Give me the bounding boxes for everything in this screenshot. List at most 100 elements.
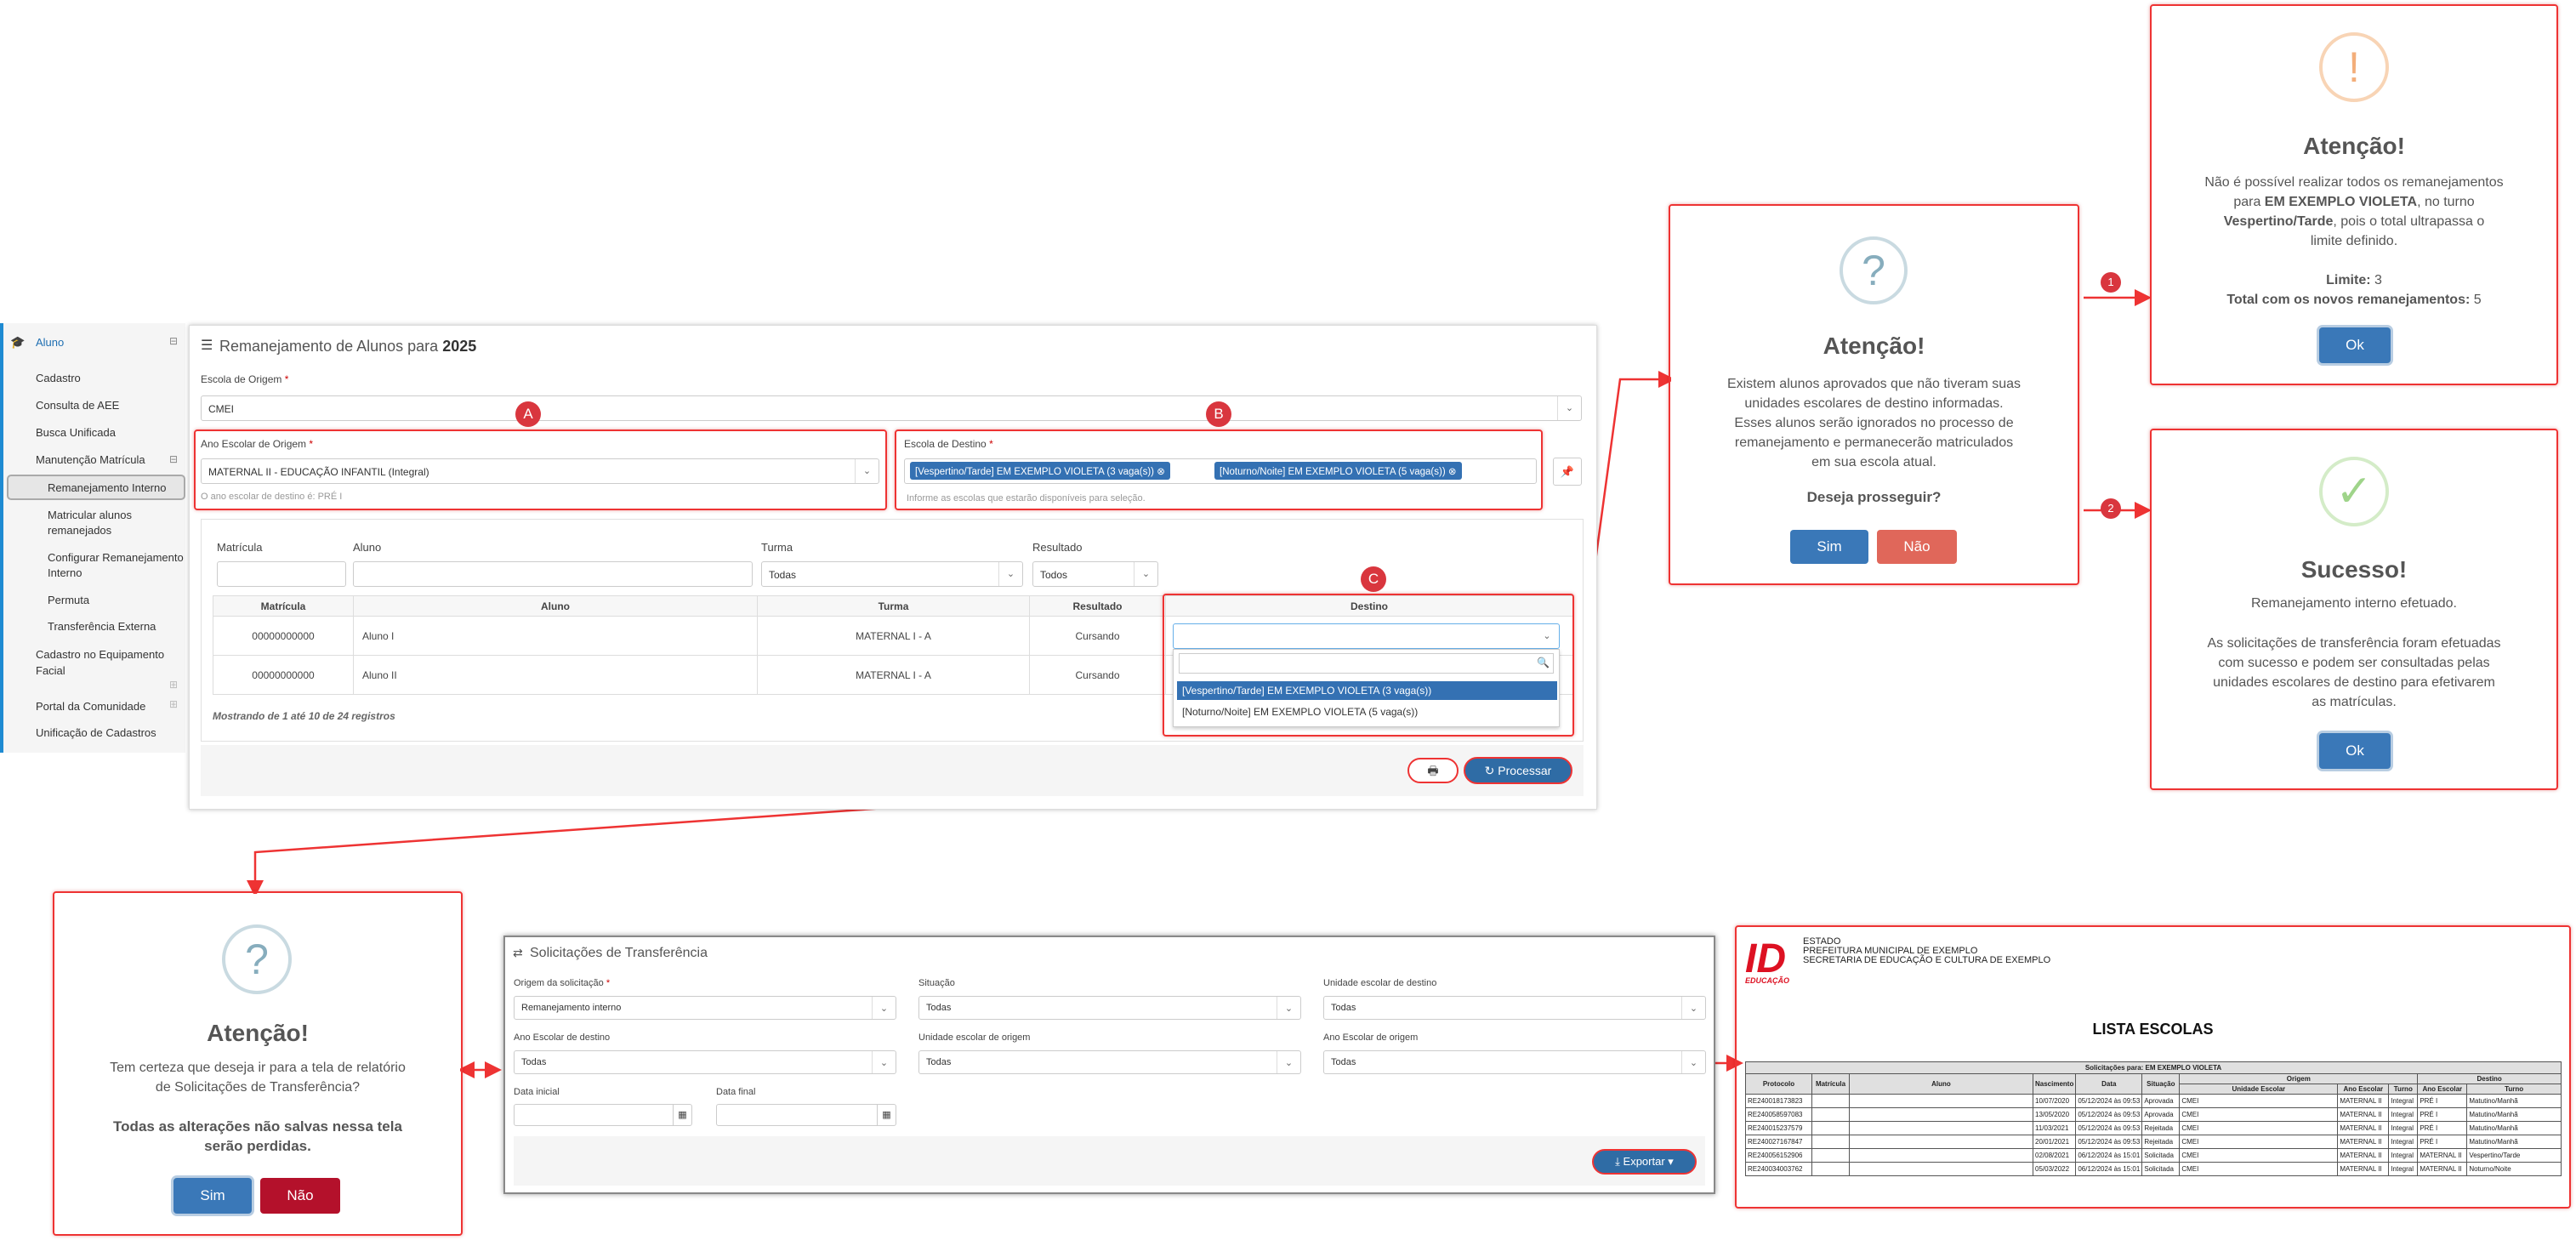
origin-unit-select[interactable]: Todas ⌄ bbox=[918, 1050, 1301, 1074]
modal-body: As solicitações de transferência foram e… bbox=[2207, 636, 2501, 709]
sidebar-item-transferencia-externa[interactable]: Transferência Externa bbox=[48, 620, 156, 633]
filter-turma-select[interactable]: Todas ⌄ bbox=[761, 561, 1023, 587]
chevron-down-icon: ⌄ bbox=[872, 1051, 896, 1073]
sidebar-item-busca-unificada[interactable]: Busca Unificada bbox=[36, 426, 116, 439]
origin-unit-label: Unidade escolar de origem bbox=[918, 1032, 1031, 1043]
sidebar-section-aluno[interactable]: Aluno bbox=[36, 336, 64, 349]
marker-2: 2 bbox=[2101, 498, 2121, 519]
sidebar-item-consulta-aee[interactable]: Consulta de AEE bbox=[36, 399, 119, 412]
modal-body: Não é possível realizar todos os remanej… bbox=[2204, 175, 2504, 307]
sidebar-item-portal-comunidade[interactable]: Portal da Comunidade bbox=[36, 700, 145, 713]
sidebar-item-manutencao-matricula[interactable]: Manutenção Matrícula bbox=[36, 453, 145, 466]
filter-matricula-input[interactable] bbox=[217, 561, 346, 587]
filter-aluno-label: Aluno bbox=[353, 541, 382, 554]
dest-hint: Informe as escolas que estarão disponíve… bbox=[907, 493, 1146, 503]
yes-button[interactable]: Sim bbox=[1790, 530, 1868, 564]
marker-c: C bbox=[1361, 566, 1386, 592]
remove-icon[interactable]: ⊗ bbox=[1448, 467, 1457, 477]
filter-turma-label: Turma bbox=[761, 541, 793, 554]
calendar-icon: ▦ bbox=[673, 1105, 691, 1125]
marker-1: 1 bbox=[2101, 272, 2121, 293]
grade-hint: O ano escolar de destino é: PRÉ I bbox=[201, 492, 343, 502]
sidebar: 🎓 Aluno ⊟ Cadastro Consulta de AEE Busca… bbox=[0, 323, 185, 753]
modal-title: Atenção! bbox=[1823, 333, 1925, 359]
dest-tag[interactable]: [Vespertino/Tarde] EM EXEMPLO VIOLETA (3… bbox=[910, 462, 1170, 480]
col-resultado: Resultado bbox=[1029, 595, 1166, 617]
expand-icon[interactable]: ⊞ bbox=[169, 679, 178, 691]
status-select[interactable]: Todas ⌄ bbox=[918, 996, 1301, 1020]
col-aluno: Aluno bbox=[353, 595, 758, 617]
dest-school-label: Escola de Destino * bbox=[904, 438, 993, 450]
process-button[interactable]: ↻ Processar bbox=[1464, 757, 1572, 784]
question-icon: ? bbox=[222, 924, 292, 994]
list-icon: ☰ bbox=[201, 338, 213, 353]
dropdown-option[interactable]: [Noturno/Noite] EM EXEMPLO VIOLETA (5 va… bbox=[1177, 702, 1557, 721]
modal-question: Deseja prosseguir? bbox=[1806, 489, 1942, 505]
start-date-label: Data inicial bbox=[514, 1087, 560, 1097]
print-button[interactable]: 🖶 bbox=[1407, 758, 1459, 783]
chevron-down-icon: ⌄ bbox=[1681, 997, 1705, 1019]
dest-unit-label: Unidade escolar de destino bbox=[1323, 978, 1437, 988]
dest-tag[interactable]: [Noturno/Noite] EM EXEMPLO VIOLETA (5 va… bbox=[1214, 462, 1462, 480]
sidebar-item-configurar-remanejamento[interactable]: Configurar Remanejamento Interno bbox=[48, 550, 188, 581]
report-row: RE240018173823 10/07/2020 05/12/2024 às 09… bbox=[1745, 1094, 2562, 1108]
dropdown-option[interactable]: [Vespertino/Tarde] EM EXEMPLO VIOLETA (3… bbox=[1177, 681, 1557, 700]
ok-button[interactable]: Ok bbox=[2319, 733, 2391, 769]
chevron-down-icon: ⌄ bbox=[1557, 396, 1581, 420]
expand-icon[interactable]: ⊟ bbox=[169, 453, 178, 465]
modal-title: Atenção! bbox=[207, 1020, 309, 1046]
refresh-icon: ↻ bbox=[1484, 764, 1495, 777]
sidebar-item-cadastro[interactable]: Cadastro bbox=[36, 372, 81, 384]
ok-button[interactable]: Ok bbox=[2319, 327, 2391, 363]
report-row: RE240027167847 20/01/2021 05/12/2024 às 09… bbox=[1745, 1135, 2562, 1149]
marker-b: B bbox=[1206, 401, 1231, 427]
origin-grade-select[interactable]: Todas ⌄ bbox=[1323, 1050, 1706, 1074]
confirm-modal: ? Atenção! Existem alunos aprovados que … bbox=[1671, 207, 2077, 583]
col-turma: Turma bbox=[757, 595, 1030, 617]
leave-modal: ? Atenção! Tem certeza que deseja ir par… bbox=[55, 894, 460, 1233]
expand-icon[interactable]: ⊞ bbox=[169, 698, 178, 710]
collapse-icon[interactable]: ⊟ bbox=[169, 335, 178, 347]
pin-icon: 📌 bbox=[1560, 465, 1575, 478]
report-row: RE240056152906 02/08/2021 06/12/2024 às 15… bbox=[1745, 1148, 2562, 1163]
modal-title: Sucesso! bbox=[2300, 556, 2408, 583]
filter-resultado-label: Resultado bbox=[1032, 541, 1083, 554]
export-button[interactable]: ⤓ Exportar ▾ bbox=[1592, 1149, 1697, 1175]
pin-button[interactable]: 📌 bbox=[1553, 458, 1582, 486]
filter-resultado-select[interactable]: Todos ⌄ bbox=[1032, 561, 1158, 587]
origin-school-label: Escola de Origem * bbox=[201, 373, 289, 385]
modal-body: Tem certeza que deseja ir para a tela de… bbox=[110, 1061, 406, 1095]
sidebar-item-unificacao[interactable]: Unificação de Cadastros bbox=[36, 726, 156, 739]
sidebar-item-permuta[interactable]: Permuta bbox=[48, 594, 89, 606]
sidebar-item-label: Remanejamento Interno bbox=[48, 481, 167, 494]
filter-matricula-label: Matrícula bbox=[217, 541, 263, 554]
chevron-down-icon: ⌄ bbox=[1134, 562, 1157, 586]
graduation-cap-icon: 🎓 bbox=[10, 335, 26, 349]
report-row: RE240015237579 11/03/2021 05/12/2024 às 09… bbox=[1745, 1121, 2562, 1135]
chevron-down-icon: ⌄ bbox=[855, 459, 879, 483]
sidebar-item-matricular-remanejados[interactable]: Matricular alunos remanejados bbox=[48, 508, 175, 538]
end-date-input[interactable]: ▦ bbox=[716, 1104, 896, 1126]
dropdown-search-input[interactable]: 🔍 bbox=[1179, 653, 1554, 674]
origin-school-select[interactable]: CMEI ⌄ bbox=[201, 395, 1582, 421]
no-button[interactable]: Não bbox=[260, 1178, 340, 1214]
yes-button[interactable]: Sim bbox=[173, 1178, 252, 1214]
remove-icon[interactable]: ⊗ bbox=[1157, 467, 1165, 477]
download-icon: ⤓ bbox=[1615, 1155, 1620, 1168]
marker-a: A bbox=[515, 401, 541, 427]
grade-select[interactable]: MATERNAL II - EDUCAÇÃO INFANTIL (Integra… bbox=[201, 458, 879, 484]
chevron-down-icon: ⌄ bbox=[1277, 1051, 1300, 1073]
requests-title: Solicitações de Transferência bbox=[530, 946, 708, 960]
report-table: Solicitações para: EM EXEMPLO VIOLETA Pr… bbox=[1745, 1061, 2562, 1176]
printer-icon: 🖶 bbox=[1427, 764, 1439, 777]
origin-select[interactable]: Remanejamento interno ⌄ bbox=[514, 996, 896, 1020]
no-button[interactable]: Não bbox=[1877, 530, 1957, 564]
dest-unit-select[interactable]: Todas ⌄ bbox=[1323, 996, 1706, 1020]
filter-aluno-input[interactable] bbox=[353, 561, 753, 587]
exclamation-icon: ! bbox=[2319, 32, 2389, 102]
destino-select[interactable]: ⌄ bbox=[1173, 623, 1560, 649]
dest-grade-select[interactable]: Todas ⌄ bbox=[514, 1050, 896, 1074]
modal-warning-bold: Todas as alterações não salvas nessa tel… bbox=[113, 1118, 402, 1154]
sidebar-item-equipamento-facial[interactable]: Cadastro no Equipamento Facial bbox=[36, 646, 180, 679]
start-date-input[interactable]: ▦ bbox=[514, 1104, 692, 1126]
